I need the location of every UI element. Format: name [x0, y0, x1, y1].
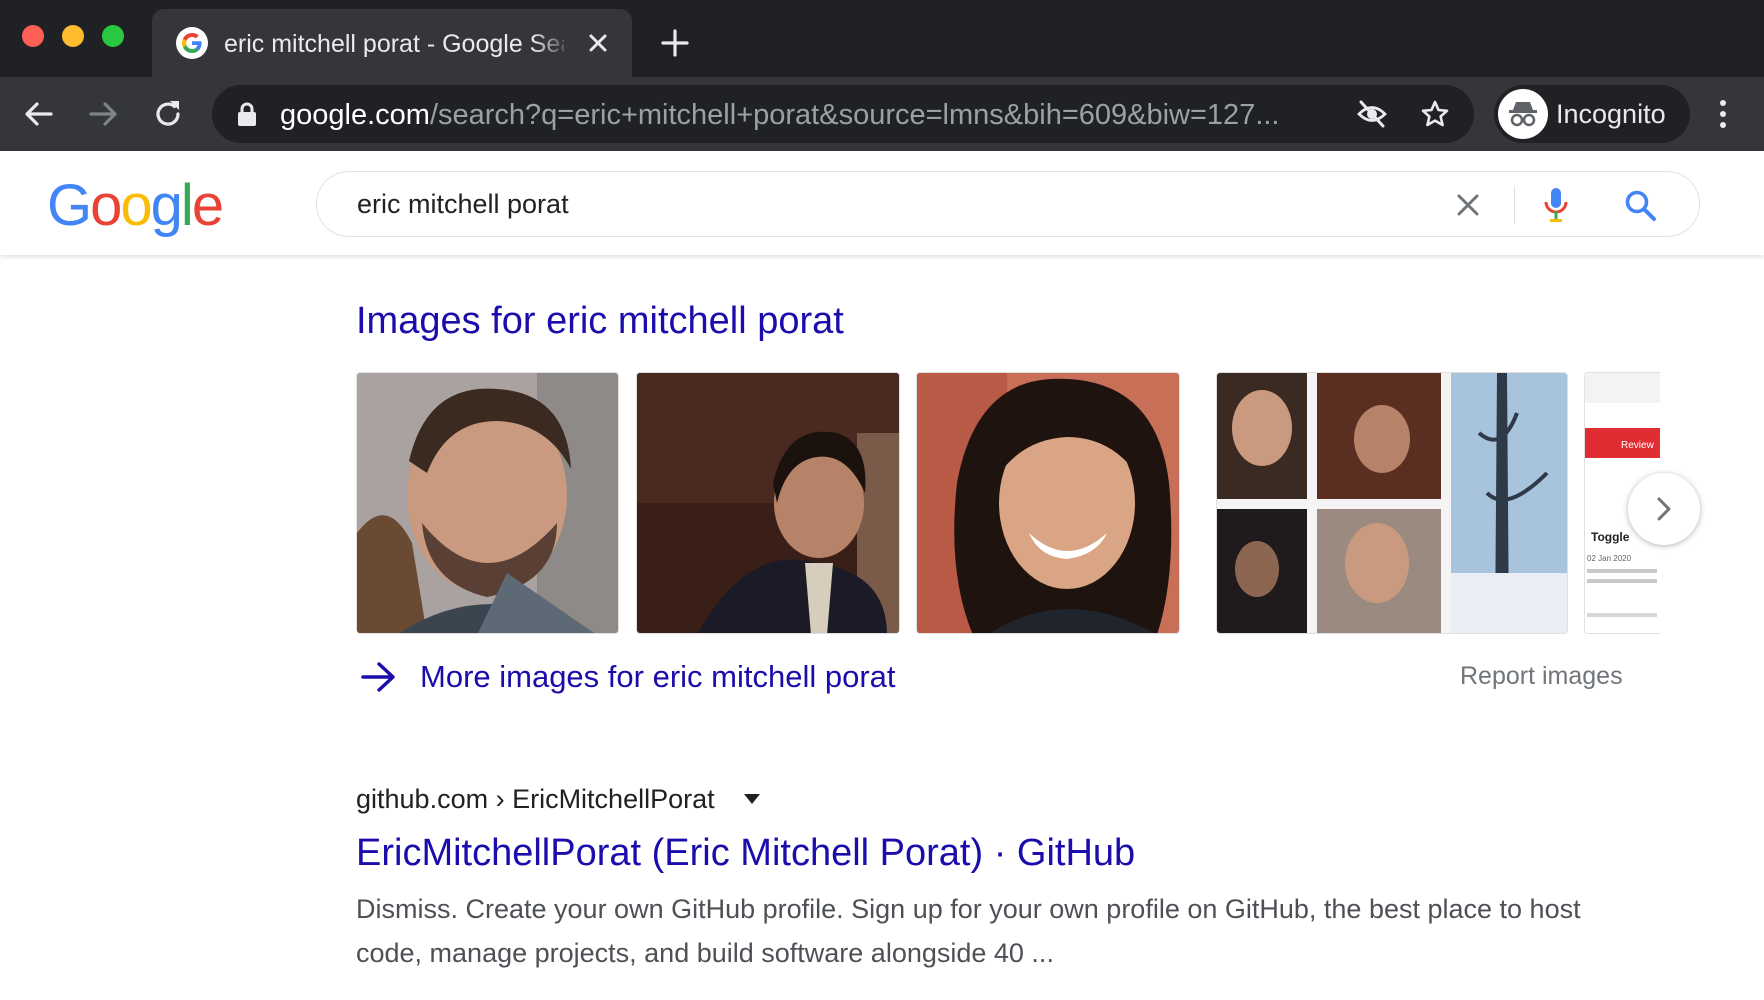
- address-bar[interactable]: google.com/search?q=eric+mitchell+porat&…: [212, 85, 1474, 143]
- clear-search-icon[interactable]: [1453, 190, 1483, 220]
- back-arrow-icon[interactable]: [22, 97, 56, 131]
- browser-tab-bar: eric mitchell porat - Google Search: [0, 0, 1764, 77]
- url-host: google.com: [280, 99, 430, 131]
- tab-title-fade: [532, 25, 572, 61]
- image-thumbnail[interactable]: [916, 372, 1180, 634]
- image-thumbnail[interactable]: [1216, 372, 1568, 634]
- minimize-window-button[interactable]: [62, 25, 84, 47]
- result-title-link[interactable]: EricMitchellPorat (Eric Mitchell Porat) …: [356, 830, 1135, 876]
- logo-letter: o: [120, 173, 152, 238]
- google-favicon-icon: [176, 27, 208, 59]
- forward-arrow-icon[interactable]: [86, 97, 120, 131]
- zoom-window-button[interactable]: [102, 25, 124, 47]
- eye-off-icon[interactable]: [1356, 99, 1388, 129]
- close-window-button[interactable]: [22, 25, 44, 47]
- logo-letter: g: [150, 173, 183, 238]
- logo-letter: G: [47, 173, 92, 238]
- lock-icon[interactable]: [236, 102, 258, 126]
- google-logo[interactable]: Google: [47, 173, 224, 239]
- url-path: /search?q=eric+mitchell+porat&source=lmn…: [429, 99, 1280, 131]
- microphone-icon[interactable]: [1541, 186, 1571, 224]
- image-thumbnail[interactable]: [636, 372, 900, 634]
- search-divider: [1514, 186, 1515, 224]
- caret-down-icon[interactable]: [743, 792, 761, 804]
- more-vert-icon[interactable]: [1715, 98, 1731, 130]
- bookmark-star-icon[interactable]: [1420, 99, 1450, 129]
- more-images-label: More images for eric mitchell porat: [420, 659, 896, 694]
- logo-letter: o: [90, 173, 122, 238]
- search-header: Google: [0, 151, 1764, 255]
- url-text[interactable]: google.com/search?q=eric+mitchell+porat&…: [280, 98, 1320, 132]
- thumb-review-text: Review: [1621, 440, 1655, 451]
- thumb-toggle-text: Toggle: [1591, 530, 1630, 544]
- next-images-button[interactable]: [1628, 473, 1700, 545]
- search-box: [316, 171, 1700, 237]
- browser-toolbar: google.com/search?q=eric+mitchell+porat&…: [0, 77, 1764, 151]
- images-section-heading[interactable]: Images for eric mitchell porat: [356, 298, 844, 344]
- incognito-label: Incognito: [1556, 99, 1666, 129]
- search-icon[interactable]: [1623, 188, 1657, 222]
- search-input[interactable]: [357, 184, 1357, 224]
- incognito-icon: [1498, 89, 1548, 139]
- logo-letter: l: [180, 173, 194, 238]
- report-images-link[interactable]: Report images: [1460, 660, 1623, 692]
- tab-title: eric mitchell porat - Google Search: [224, 30, 564, 58]
- new-tab-plus-icon[interactable]: [660, 28, 690, 58]
- result-breadcrumb[interactable]: github.com › EricMitchellPorat: [356, 782, 715, 816]
- result-snippet: Dismiss. Create your own GitHub profile.…: [356, 894, 1581, 968]
- browser-tab[interactable]: eric mitchell porat - Google Search: [152, 9, 632, 77]
- thumb-date-text: 02 Jan 2020: [1587, 554, 1632, 563]
- arrow-right-icon: [360, 660, 398, 694]
- image-thumbnail[interactable]: [356, 372, 619, 634]
- reload-icon[interactable]: [151, 97, 185, 131]
- logo-letter: e: [191, 173, 224, 238]
- close-tab-icon[interactable]: [584, 29, 612, 57]
- incognito-profile-button[interactable]: Incognito: [1494, 85, 1690, 143]
